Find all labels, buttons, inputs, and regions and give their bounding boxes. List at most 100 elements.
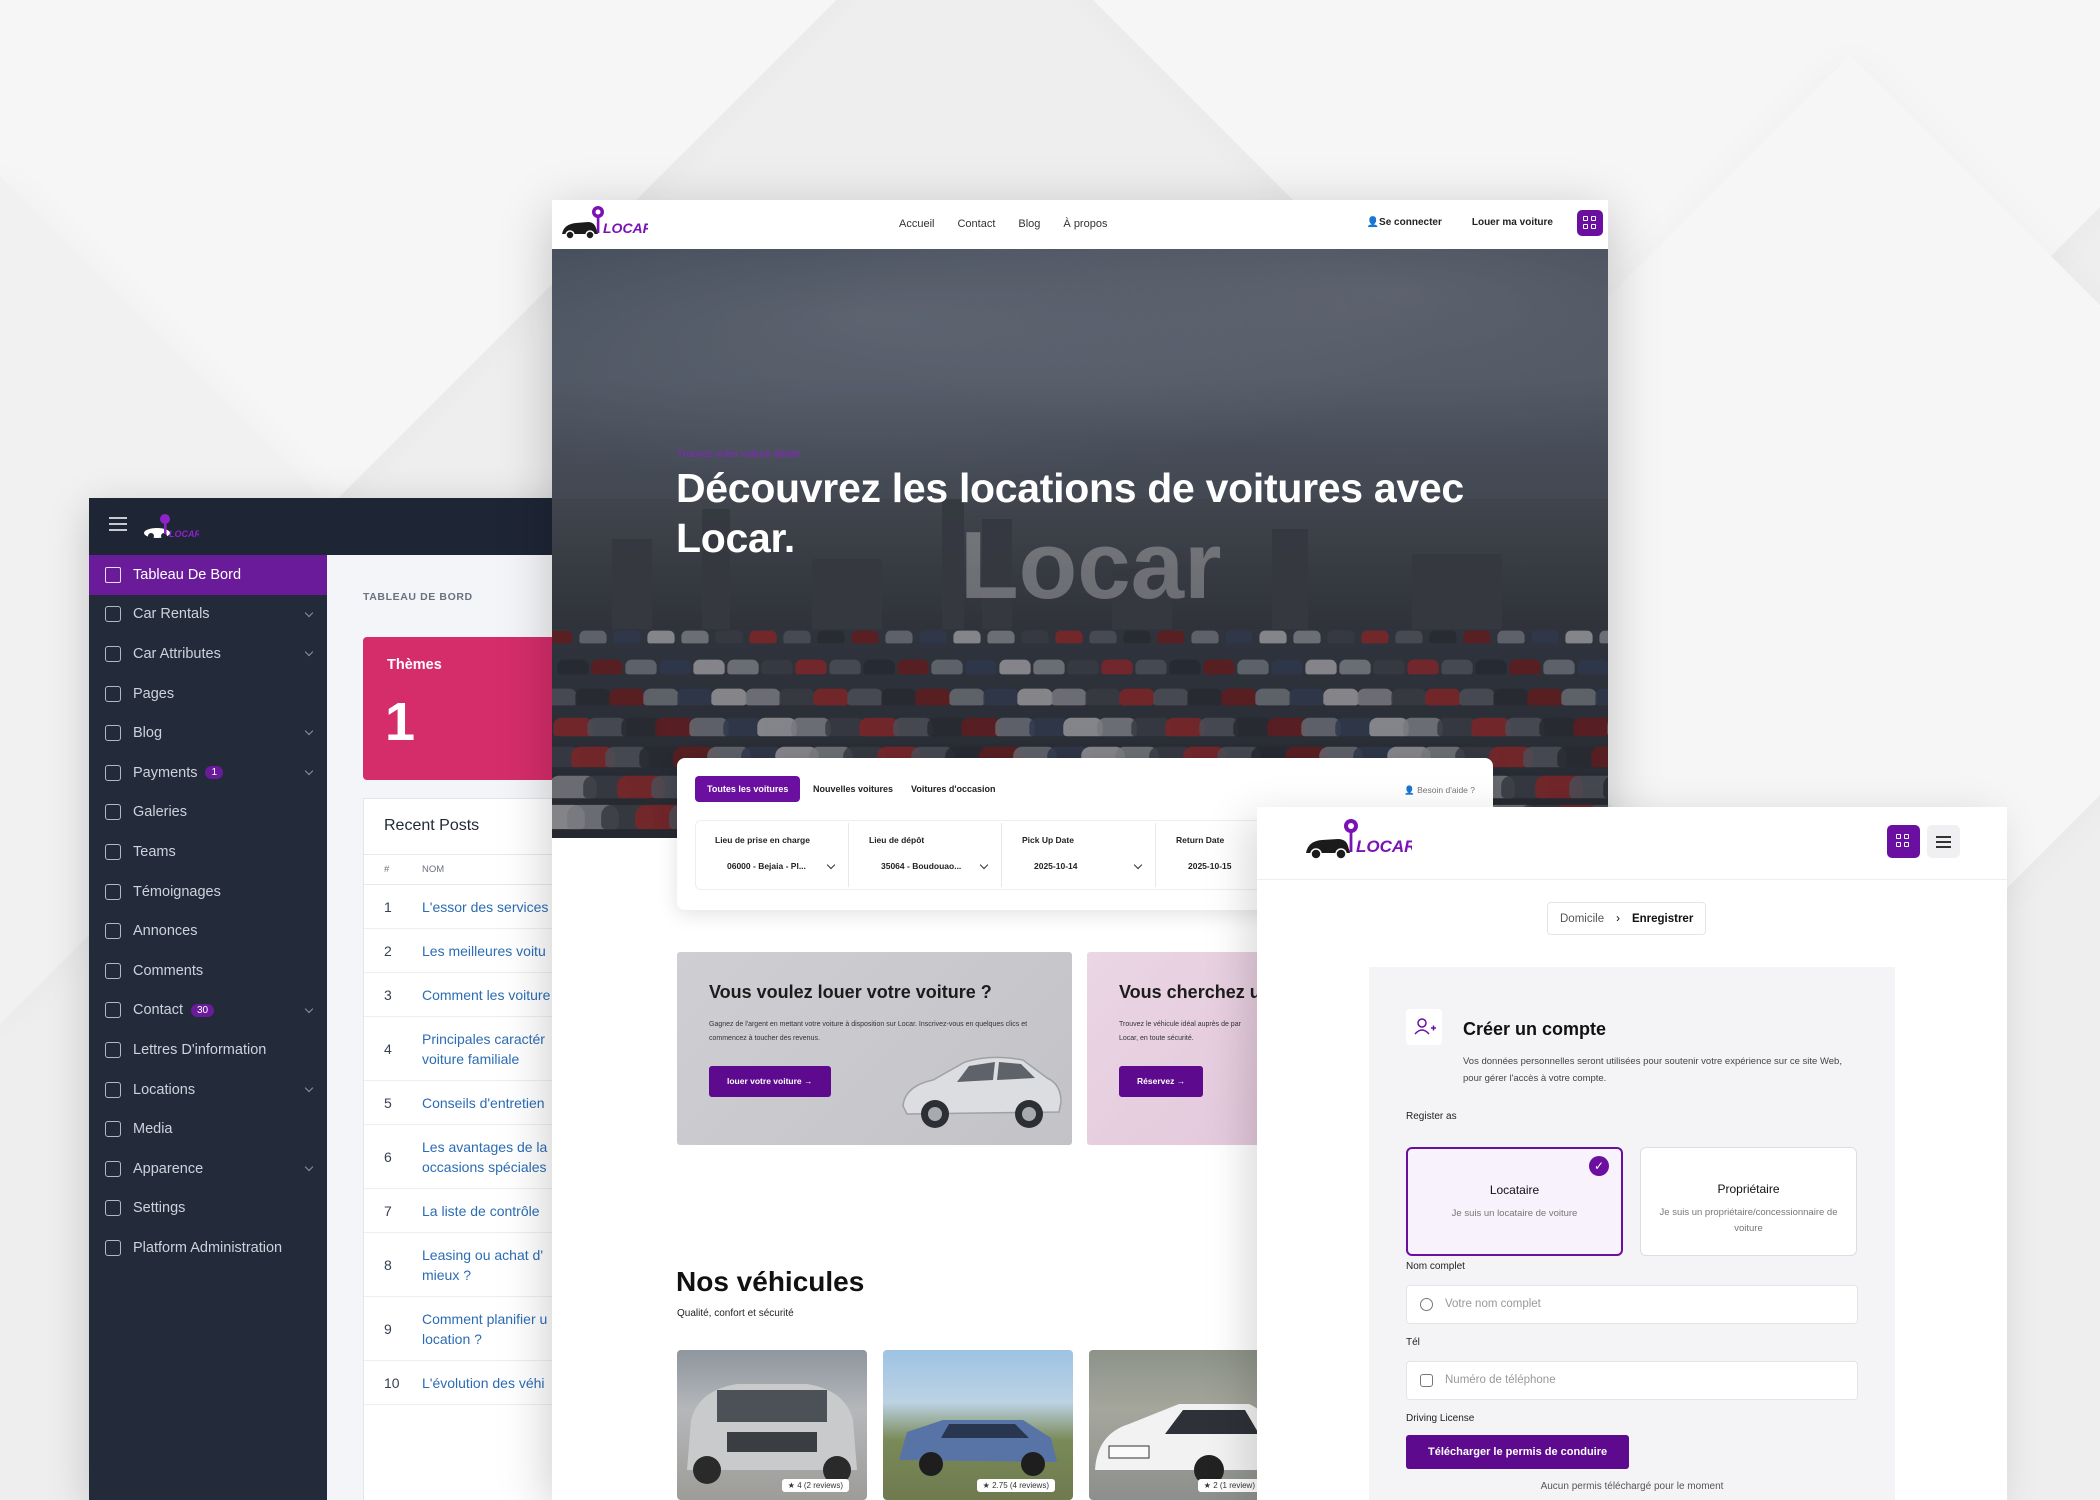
chevron-down-icon [979,860,989,870]
sidebar-item-t-moignages[interactable]: Témoignages [89,872,327,912]
locar-logo-icon[interactable]: LOCAR [558,202,648,246]
sidebar-item-media[interactable]: Media [89,1109,327,1149]
help-link[interactable]: 👤 Besoin d'aide ? [1404,785,1475,796]
sidebar-item-label: Platform Administration [133,1239,283,1256]
rent-my-car-link[interactable]: Louer ma voiture [1472,217,1553,228]
check-icon: ✓ [1589,1156,1609,1176]
sidebar-item-label: Témoignages [133,883,221,900]
sidebar-item-label: Locations [133,1081,196,1098]
tab-new-cars[interactable]: Nouvelles voitures [801,776,905,802]
rent-your-car-button[interactable]: louer votre voiture → [709,1066,831,1097]
upload-license-button[interactable]: Télécharger le permis de conduire [1406,1435,1630,1469]
option-owner[interactable]: Propriétaire Je suis un propriétaire/con… [1640,1147,1857,1256]
sidebar-item-galeries[interactable]: Galeries [89,793,327,833]
themes-stat-card[interactable]: Thèmes 1 [363,637,583,780]
hamburger-menu-icon[interactable] [1927,825,1960,858]
login-link[interactable]: 👤Se connecter [1367,217,1442,228]
post-link[interactable]: Les avantages de la occasions spéciales [422,1137,547,1177]
post-link[interactable]: Conseils d'entretien [422,1093,545,1113]
comments-icon [105,962,121,979]
breadcrumb: TABLEAU DE BORD [363,591,473,603]
full-name-input[interactable]: Votre nom complet [1406,1285,1858,1324]
admin-sidebar: Tableau De Bord Car Rentals Car Attributes… [89,555,327,1500]
hero-section: Trouvez votre voiture idéale Locar Décou… [552,249,1608,838]
tab-all-cars[interactable]: Toutes les voitures [695,776,801,802]
pickup-date-field[interactable]: Pick Up Date 2025-10-14 [1002,823,1156,887]
nav-link-3[interactable]: À propos [1063,218,1107,230]
post-link-line: occasions spéciales [422,1158,547,1175]
vehicle-card[interactable]: ★ 2 (1 review) [1089,1350,1279,1500]
book-button[interactable]: Réservez → [1119,1066,1204,1097]
post-link[interactable]: L'évolution des véhi [422,1373,545,1393]
sidebar-item-pages[interactable]: Pages [89,674,327,714]
nav-link-1[interactable]: Contact [957,218,995,230]
row-number: 1 [384,898,392,915]
locar-logo-icon[interactable]: LOCAR [141,508,199,544]
license-label: Driving License [1406,1413,1475,1424]
breadcrumb-home[interactable]: Domicile [1560,913,1604,925]
sidebar-item-car-rentals[interactable]: Car Rentals [89,595,327,635]
nav-link-0[interactable]: Accueil [899,218,934,230]
register-as-label: Register as [1406,1111,1457,1122]
sidebar-item-settings[interactable]: Settings [89,1189,327,1229]
sidebar-item-payments[interactable]: Payments 1 [89,753,327,793]
sidebar-item-car-attributes[interactable]: Car Attributes [89,634,327,674]
svg-text:LOCAR: LOCAR [603,220,648,236]
payments-icon [105,764,121,781]
option-tenant[interactable]: ✓ Locataire Je suis un locataire de voit… [1406,1147,1623,1256]
sidebar-item-label: Tableau De Bord [133,566,242,583]
hamburger-menu-icon[interactable] [109,517,127,535]
phone-input[interactable]: Numéro de téléphone [1406,1361,1858,1400]
sidebar-item-apparence[interactable]: Apparence [89,1149,327,1189]
post-link-line: Comment planifier u [422,1310,548,1327]
main-nav: Accueil Contact Blog À propos [899,218,1107,230]
row-number: 6 [384,1148,392,1165]
grid-menu-button[interactable] [1887,825,1920,858]
svg-text:LOCAR: LOCAR [1356,837,1412,856]
hero-kicker: Trouvez votre voiture idéale [677,449,801,460]
nav-link-2[interactable]: Blog [1018,218,1040,230]
post-link[interactable]: Principales caractér voiture familiale [422,1029,545,1069]
sidebar-item-tableau-de-bord[interactable]: Tableau De Bord [89,555,327,595]
user-icon [1420,1298,1433,1311]
row-number: 8 [384,1256,392,1273]
sidebar-item-blog[interactable]: Blog [89,713,327,753]
post-link[interactable]: Comment les voiture [422,985,550,1005]
sidebar-item-platform-administration[interactable]: Platform Administration [89,1228,327,1268]
chevron-down-icon [304,1004,314,1013]
vehicles-subtitle: Qualité, confort et sécurité [677,1308,794,1319]
sidebar-item-locations[interactable]: Locations [89,1070,327,1110]
sidebar-item-label: Apparence [133,1160,204,1177]
sidebar-item-comments[interactable]: Comments [89,951,327,991]
chevron-down-icon [304,1162,314,1172]
car-icon [105,606,121,623]
vehicle-card[interactable]: ★ 2.75 (4 reviews) [883,1350,1073,1500]
post-link[interactable]: Comment planifier u location ? [422,1309,547,1349]
sidebar-item-lettres-d-information[interactable]: Lettres D'information [89,1030,327,1070]
vehicle-card[interactable]: ★ 4 (2 reviews) [677,1350,867,1500]
tab-used-cars[interactable]: Voitures d'occasion [899,776,1008,802]
sidebar-item-label: Pages [133,685,175,702]
vehicle-photo [1095,1404,1277,1485]
post-link-line: Les meilleures voitu [422,942,546,959]
row-number: 10 [384,1374,400,1391]
grid-menu-button[interactable] [1577,210,1603,236]
sidebar-item-annonces[interactable]: Annonces [89,911,327,951]
dropoff-location-field[interactable]: Lieu de dépôt 35064 - Boudouao... [849,823,1002,887]
locar-logo-icon[interactable]: LOCAR [1302,813,1412,869]
pickup-location-field[interactable]: Lieu de prise en charge 06000 - Bejaia -… [695,823,849,887]
chevron-right-icon: › [1616,912,1620,925]
sidebar-item-teams[interactable]: Teams [89,832,327,872]
sidebar-item-contact[interactable]: Contact 30 [89,991,327,1031]
folder-icon [105,1121,121,1138]
brush-icon [105,1160,121,1177]
register-description: Vos données personnelles seront utilisée… [1463,1056,1842,1084]
post-link[interactable]: Les meilleures voitu [422,941,546,961]
register-card: Créer un compte Vos données personnelles… [1369,967,1895,1500]
post-link[interactable]: La liste de contrôle [422,1201,540,1221]
vehicle-rating: ★ 2 (1 review) [1197,1479,1261,1492]
post-link[interactable]: L'essor des services [422,897,548,917]
register-window: LOCAR Domicile › Enregistrer Créer un co… [1257,807,2007,1500]
breadcrumb: Domicile › Enregistrer [1547,902,1707,935]
post-link[interactable]: Leasing ou achat d' mieux ? [422,1245,543,1285]
